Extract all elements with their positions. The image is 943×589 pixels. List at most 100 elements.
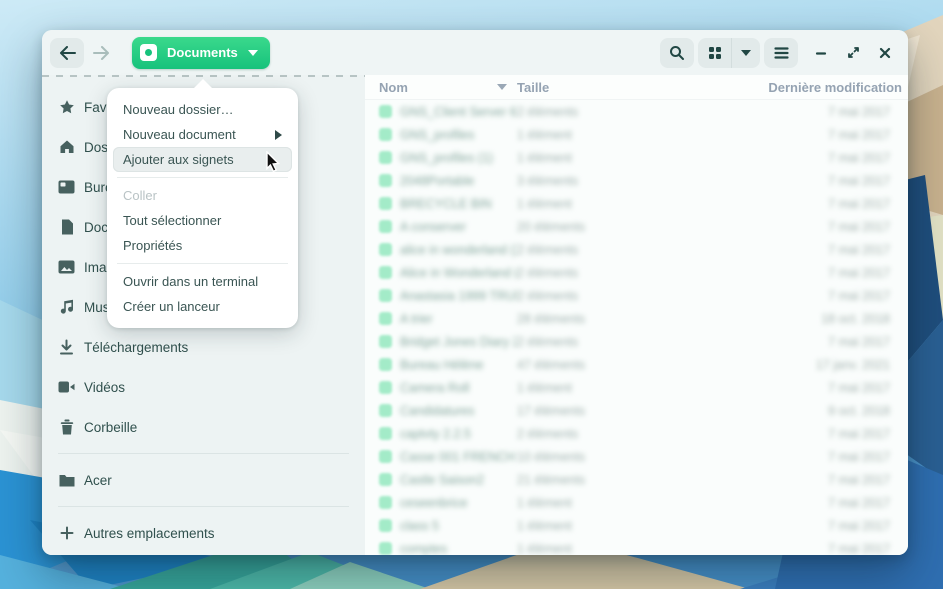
menu-separator	[117, 263, 288, 264]
path-bar-button[interactable]: Documents	[132, 37, 270, 69]
grid-view-button[interactable]	[698, 38, 732, 68]
sort-descending-icon	[497, 84, 507, 90]
file-modified-date: 7 mai 2017	[667, 174, 902, 188]
folder-icon	[379, 266, 392, 279]
sidebar-item-vid-os[interactable]: Vidéos	[42, 367, 365, 407]
file-size: 1 élément	[517, 197, 667, 211]
menu-item-label: Ajouter aux signets	[123, 152, 234, 167]
menu-item-ouvrir-dans-un-terminal[interactable]: Ouvrir dans un terminal	[113, 269, 292, 294]
file-name: Alice in Wonderland (2010) [1080	[400, 266, 517, 280]
file-name: Bureau Hélène	[400, 358, 483, 372]
file-name: 2048Portable	[400, 174, 474, 188]
toolbar: Documents	[42, 30, 908, 75]
column-header-name[interactable]: Nom	[379, 80, 517, 95]
search-button[interactable]	[660, 38, 694, 68]
folder-icon	[379, 220, 392, 233]
file-modified-date: 18 oct. 2018	[667, 312, 902, 326]
file-size: 1 élément	[517, 151, 667, 165]
file-modified-date: 7 mai 2017	[667, 105, 902, 119]
table-row[interactable]: class 51 élément7 mai 2017	[365, 514, 908, 537]
sidebar-separator	[58, 453, 349, 454]
file-size: 21 éléments	[517, 473, 667, 487]
file-modified-date: 7 mai 2017	[667, 473, 902, 487]
table-row[interactable]: comptes1 élément7 mai 2017	[365, 537, 908, 555]
menu-item-nouveau-dossier-[interactable]: Nouveau dossier…	[113, 97, 292, 122]
menu-item-nouveau-document[interactable]: Nouveau document	[113, 122, 292, 147]
column-header-size[interactable]: Taille	[517, 80, 667, 95]
file-name-cell: Candidatures	[379, 404, 517, 418]
forward-button[interactable]	[84, 38, 118, 68]
table-row[interactable]: A conserver20 éléments7 mai 2017	[365, 215, 908, 238]
table-row[interactable]: Anastasia 1999 TRUEFRENCH [12 éléments7 …	[365, 284, 908, 307]
file-modified-date: 7 mai 2017	[667, 427, 902, 441]
file-modified-date: 7 mai 2017	[667, 519, 902, 533]
file-size: 1 élément	[517, 381, 667, 395]
file-name: class 5	[400, 519, 439, 533]
folder-icon	[379, 197, 392, 210]
close-button[interactable]	[872, 38, 898, 68]
sidebar-item-corbeille[interactable]: Corbeille	[42, 407, 365, 447]
search-icon	[669, 45, 685, 61]
folder-icon	[379, 289, 392, 302]
trash-icon	[58, 419, 75, 436]
menu-item-label: Propriétés	[123, 238, 182, 253]
folder-icon	[379, 312, 392, 325]
table-row[interactable]: Casse 001 FRENCH DVDRip XviD10 éléments7…	[365, 445, 908, 468]
mouse-cursor	[264, 151, 283, 173]
sidebar-item-label: Autres emplacements	[84, 526, 215, 541]
folder-icon	[379, 404, 392, 417]
sidebar-item-t-l-chargements[interactable]: Téléchargements	[42, 327, 365, 367]
folder-icon	[379, 128, 392, 141]
menu-item-cr-er-un-lanceur[interactable]: Créer un lanceur	[113, 294, 292, 319]
maximize-button[interactable]	[840, 38, 866, 68]
table-row[interactable]: Castle Saison221 éléments7 mai 2017	[365, 468, 908, 491]
minimize-button[interactable]	[808, 38, 834, 68]
file-size: 2 éléments	[517, 335, 667, 349]
sidebar-item-autres-emplacements[interactable]: Autres emplacements	[42, 513, 365, 553]
table-row[interactable]: alice in wonderland (2010) 1080p2 élémen…	[365, 238, 908, 261]
music-icon	[58, 299, 75, 316]
file-name: Anastasia 1999 TRUEFRENCH [1	[400, 289, 517, 303]
table-row[interactable]: GNS_profiles (1)1 élément7 mai 2017	[365, 146, 908, 169]
menu-item-propri-t-s[interactable]: Propriétés	[113, 233, 292, 258]
folder-icon	[379, 496, 392, 509]
folder-icon	[379, 151, 392, 164]
table-row[interactable]: 2048Portable3 éléments7 mai 2017	[365, 169, 908, 192]
table-row[interactable]: ceseenbrice1 élément7 mai 2017	[365, 491, 908, 514]
back-button[interactable]	[50, 38, 84, 68]
table-row[interactable]: A trier28 éléments18 oct. 2018	[365, 307, 908, 330]
file-modified-date: 7 mai 2017	[667, 266, 902, 280]
file-name-cell: A conserver	[379, 220, 517, 234]
view-options-button[interactable]	[732, 38, 760, 68]
table-row[interactable]: Bridget Jones Diary 2001 720p B2 élément…	[365, 330, 908, 353]
file-name-cell: Casse 001 FRENCH DVDRip XviD	[379, 450, 517, 464]
file-name: captvty 2.2.5	[400, 427, 471, 441]
file-name: Candidatures	[400, 404, 474, 418]
menu-item-tout-s-lectionner[interactable]: Tout sélectionner	[113, 208, 292, 233]
file-name: A conserver	[400, 220, 466, 234]
folder-icon	[379, 335, 392, 348]
table-row[interactable]: GNS_Client Server 64 bits2 éléments7 mai…	[365, 100, 908, 123]
image-icon	[58, 259, 75, 276]
file-name-cell: 2048Portable	[379, 174, 517, 188]
table-row[interactable]: GNS_profiles1 élément7 mai 2017	[365, 123, 908, 146]
file-name-cell: captvty 2.2.5	[379, 427, 517, 441]
table-row[interactable]: Bureau Hélène47 éléments17 janv. 2021	[365, 353, 908, 376]
sidebar-item-acer[interactable]: Acer	[42, 460, 365, 500]
download-icon	[58, 339, 75, 356]
table-row[interactable]: Candidatures17 éléments9 oct. 2018	[365, 399, 908, 422]
table-row[interactable]: Camera Roll1 élément7 mai 2017	[365, 376, 908, 399]
file-name: A trier	[400, 312, 433, 326]
submenu-arrow-icon	[275, 130, 282, 140]
table-row[interactable]: BRECYCLE BIN1 élément7 mai 2017	[365, 192, 908, 215]
hamburger-menu-button[interactable]	[764, 38, 798, 68]
table-row[interactable]: Alice in Wonderland (2010) [10802 élémen…	[365, 261, 908, 284]
hamburger-menu-icon	[774, 47, 789, 59]
file-modified-date: 7 mai 2017	[667, 220, 902, 234]
table-row[interactable]: captvty 2.2.52 éléments7 mai 2017	[365, 422, 908, 445]
menu-item-label: Coller	[123, 188, 157, 203]
file-modified-date: 7 mai 2017	[667, 542, 902, 556]
path-bar-label: Documents	[167, 45, 238, 60]
folder-icon	[379, 105, 392, 118]
column-header-modified[interactable]: Dernière modification	[667, 80, 902, 95]
